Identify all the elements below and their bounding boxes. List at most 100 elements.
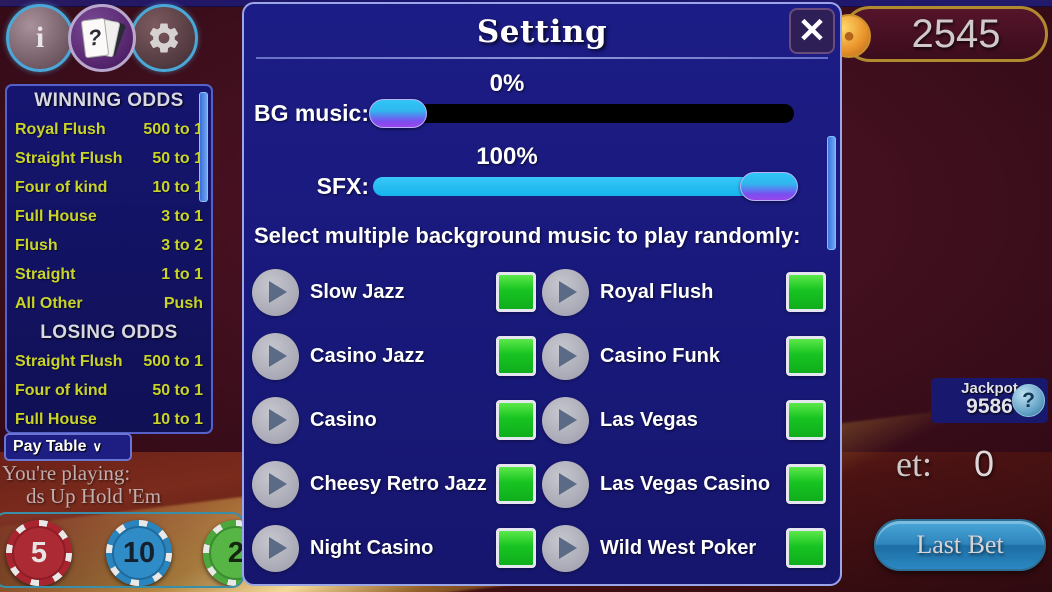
track-name: Las Vegas Casino — [600, 472, 771, 495]
track-name: Las Vegas — [600, 408, 698, 431]
table-row: Straight Flush 50 to 1 — [7, 144, 211, 173]
track-checkbox[interactable] — [786, 336, 826, 376]
odds-scrollbar[interactable] — [199, 92, 208, 202]
play-icon[interactable] — [252, 524, 299, 572]
track-name: Cheesy Retro Jazz — [310, 472, 487, 495]
hand-odds: 500 to 1 — [143, 120, 203, 138]
odds-panel[interactable]: WINNING ODDS Royal Flush 500 to 1 Straig… — [5, 84, 213, 434]
chip-10[interactable]: 10 — [106, 520, 172, 586]
pay-table-label: Pay Table — [13, 438, 87, 455]
list-item: Las Vegas Casino — [542, 452, 826, 516]
sfx-label: SFX: — [316, 173, 369, 199]
hand-odds: 10 to 1 — [152, 410, 203, 428]
track-name: Night Casino — [310, 536, 434, 559]
cards-help-button[interactable]: ? — [68, 4, 136, 72]
play-icon[interactable] — [252, 396, 299, 444]
hand-name: Four of kind — [15, 178, 108, 196]
play-icon[interactable] — [542, 460, 589, 508]
bg-music-percent: 0% — [489, 70, 525, 97]
chip-25[interactable]: 2 — [203, 520, 242, 586]
track-checkbox[interactable] — [786, 272, 826, 312]
list-item: Royal Flush — [542, 260, 826, 324]
chip-value: 10 — [122, 536, 156, 569]
track-checkbox[interactable] — [786, 528, 826, 568]
table-row: Straight 1 to 1 — [7, 260, 211, 289]
info-button[interactable]: i — [6, 4, 74, 72]
close-button[interactable]: ✕ — [789, 8, 835, 54]
dialog-scrollbar-thumb[interactable] — [827, 136, 836, 250]
sfx-slider[interactable] — [373, 172, 798, 201]
hand-name: Full House — [15, 410, 97, 428]
play-icon[interactable] — [252, 460, 299, 508]
track-checkbox[interactable] — [786, 400, 826, 440]
list-item: Night Casino — [252, 516, 536, 580]
table-row: Royal Flush 500 to 1 — [7, 115, 211, 144]
track-name: Casino — [310, 408, 377, 431]
play-icon[interactable] — [542, 396, 589, 444]
music-track-list: Slow Jazz Royal Flush Casino Jazz Casino… — [252, 260, 826, 580]
play-icon[interactable] — [252, 332, 299, 380]
bg-music-slider-row: 0% BG music: — [244, 70, 840, 128]
play-icon[interactable] — [542, 524, 589, 572]
bet-value: 0 — [973, 443, 994, 484]
close-icon: ✕ — [797, 12, 827, 50]
track-checkbox[interactable] — [496, 528, 536, 568]
track-name: Slow Jazz — [310, 280, 405, 303]
play-icon[interactable] — [252, 268, 299, 316]
hand-odds: Push — [163, 294, 203, 312]
play-icon[interactable] — [542, 268, 589, 316]
hand-name: Royal Flush — [15, 120, 106, 138]
losing-odds-header: LOSING ODDS — [40, 322, 178, 343]
track-checkbox[interactable] — [786, 464, 826, 504]
gear-icon — [149, 23, 179, 53]
table-row: Four of kind 10 to 1 — [7, 173, 211, 202]
table-row: Full House 3 to 1 — [7, 202, 211, 231]
table-row: All Other Push — [7, 289, 211, 318]
card-question-glyph: ? — [80, 17, 110, 59]
dialog-divider — [256, 57, 828, 59]
playing-label: You're playing: — [2, 461, 131, 485]
list-item: Casino Funk — [542, 324, 826, 388]
chip-5[interactable]: 5 — [6, 520, 72, 586]
settings-button[interactable] — [130, 4, 198, 72]
balance-value: 2545 — [911, 11, 1001, 56]
sfx-percent: 100% — [476, 143, 538, 170]
track-checkbox[interactable] — [496, 464, 536, 504]
last-bet-label: Last Bet — [916, 530, 1004, 559]
pay-table-dropdown[interactable]: Pay Table ∨ — [4, 433, 132, 461]
list-item: Casino — [252, 388, 536, 452]
sfx-slider-row: 100% SFX: — [244, 143, 840, 201]
track-checkbox[interactable] — [496, 336, 536, 376]
list-item: Casino Jazz — [252, 324, 536, 388]
chip-tray: 5 10 2 — [0, 512, 244, 588]
jackpot-help-icon[interactable]: ? — [1012, 384, 1045, 417]
balance-display: ● 2545 — [827, 6, 1048, 62]
chip-value: 5 — [30, 536, 48, 569]
hand-odds: 3 to 2 — [161, 236, 203, 254]
bg-music-label: BG music: — [253, 100, 369, 126]
list-item: Cheesy Retro Jazz — [252, 452, 536, 516]
bg-music-slider-thumb[interactable] — [369, 99, 427, 128]
hand-odds: 3 to 1 — [161, 207, 203, 225]
last-bet-button[interactable]: Last Bet — [874, 519, 1046, 571]
list-item: Slow Jazz — [252, 260, 536, 324]
hand-name: Full House — [15, 207, 97, 225]
hand-odds: 50 to 1 — [152, 149, 203, 167]
track-name: Wild West Poker — [600, 536, 757, 559]
hand-name: Four of kind — [15, 381, 108, 399]
settings-dialog: Setting ✕ 0% BG music: 100% SFX: Select … — [242, 2, 842, 586]
play-icon[interactable] — [542, 332, 589, 380]
table-row: Full House 10 to 1 — [7, 405, 211, 432]
track-checkbox[interactable] — [496, 400, 536, 440]
table-row: Four of kind 50 to 1 — [7, 376, 211, 405]
hand-odds: 50 to 1 — [152, 381, 203, 399]
hand-odds: 1 to 1 — [161, 265, 203, 283]
track-checkbox[interactable] — [496, 272, 536, 312]
sfx-slider-thumb[interactable] — [740, 172, 798, 201]
cards-help-icon: ? — [80, 17, 127, 59]
playing-game-name: ds Up Hold 'Em — [26, 484, 162, 508]
winning-odds-header: WINNING ODDS — [34, 90, 184, 111]
bg-music-slider[interactable] — [369, 99, 794, 128]
track-name: Casino Jazz — [310, 344, 425, 367]
table-row: Straight Flush 500 to 1 — [7, 347, 211, 376]
